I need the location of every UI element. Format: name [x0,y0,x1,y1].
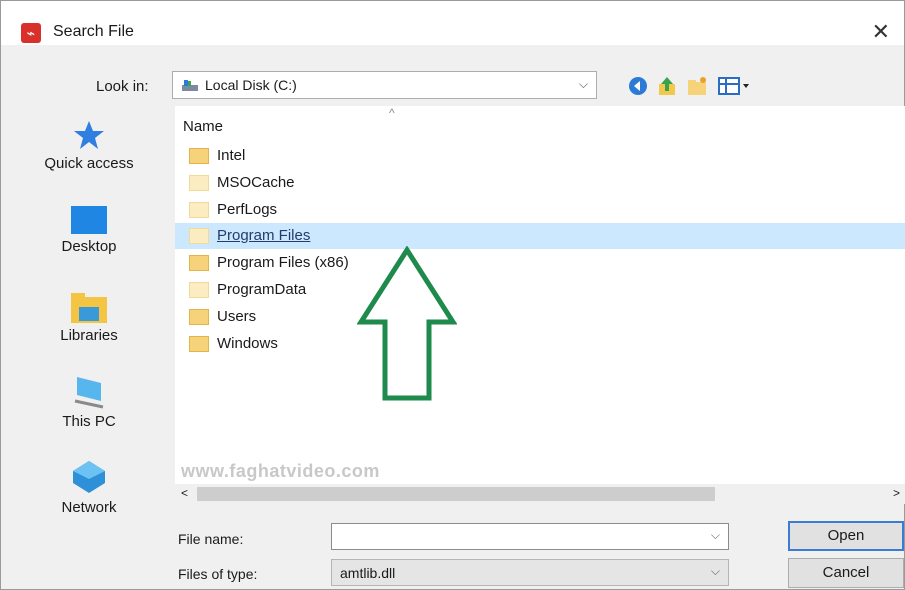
place-network[interactable]: Network [19,459,159,516]
cancel-button[interactable]: Cancel [788,558,904,588]
folder-icon [189,336,209,352]
horizontal-scrollbar[interactable]: < > [175,484,905,504]
scrollbar-thumb[interactable] [197,487,715,501]
scroll-right-icon[interactable]: > [893,486,900,500]
drive-icon [182,80,198,91]
place-quick-access[interactable]: Quick access [19,119,159,172]
file-type-value: amtlib.dll [340,565,396,581]
list-item[interactable]: Windows [175,331,905,357]
file-name-label: File name: [178,531,244,547]
list-item[interactable]: ProgramData [175,277,905,303]
place-label: Network [61,499,117,516]
view-menu-icon[interactable] [717,75,751,97]
folder-icon [189,228,209,244]
chevron-down-icon: ⌵ [578,77,588,91]
up-folder-icon[interactable] [656,75,678,97]
item-name: Program Files (x86) [217,254,349,271]
chevron-down-icon[interactable]: ⌵ [711,528,720,543]
close-icon[interactable]: ✕ [872,19,890,45]
folder-icon [189,202,209,218]
column-header-name[interactable]: Name [183,118,223,135]
libraries-icon [71,293,107,323]
item-name: MSOCache [217,174,295,191]
new-folder-icon[interactable] [686,75,708,97]
look-in-value: Local Disk (C:) [205,77,297,93]
look-in-label: Look in: [96,78,149,95]
back-icon[interactable] [627,75,649,97]
scroll-left-icon[interactable]: < [181,486,188,500]
file-type-select[interactable]: amtlib.dll ⌵ [331,559,729,586]
place-this-pc[interactable]: This PC [19,373,159,430]
window-title: Search File [53,23,134,40]
item-name: ProgramData [217,281,307,298]
folder-icon [189,148,209,164]
title-bar: ⌁ Search File ✕ [1,1,904,45]
chevron-down-icon[interactable]: ⌵ [711,564,720,579]
folder-icon [189,309,209,325]
star-icon [74,121,104,149]
place-label: Libraries [60,327,118,344]
item-name: Users [217,308,257,325]
list-item[interactable]: MSOCache [175,170,905,196]
annotation-arrow-icon [357,246,457,401]
file-type-label: Files of type: [178,566,258,582]
list-item[interactable]: Users [175,304,905,330]
list-item[interactable]: PerfLogs [175,197,905,223]
watermark-text: www.faghatvideo.com [181,461,380,481]
item-name: PerfLogs [217,201,278,218]
desktop-icon [71,206,107,234]
place-label: This PC [62,413,116,430]
folder-icon [189,255,209,271]
file-name-field[interactable]: ⌵ [331,523,729,550]
list-item[interactable]: Intel [175,143,905,169]
file-list: ^ Name Intel MSOCache PerfLogs Program F… [175,106,905,504]
place-label: Quick access [44,155,134,172]
place-libraries[interactable]: Libraries [19,291,159,344]
folder-icon [189,282,209,298]
place-desktop[interactable]: Desktop [19,206,159,255]
network-icon [73,461,105,493]
list-item-selected[interactable]: Program Files [175,223,905,249]
place-label: Desktop [61,238,117,255]
search-file-dialog: ⌁ Search File ✕ Look in: Local Disk (C:)… [0,0,905,590]
open-button[interactable]: Open [788,521,904,551]
computer-icon [74,377,104,409]
folder-icon [189,175,209,191]
list-item[interactable]: Program Files (x86) [175,250,905,276]
item-name: Intel [217,147,246,164]
item-name: Windows [217,335,278,352]
item-name: Program Files [217,227,311,244]
sort-ascending-icon: ^ [389,106,395,120]
look-in-dropdown[interactable]: Local Disk (C:) ⌵ [172,71,597,99]
acrobat-app-icon: ⌁ [21,23,41,43]
